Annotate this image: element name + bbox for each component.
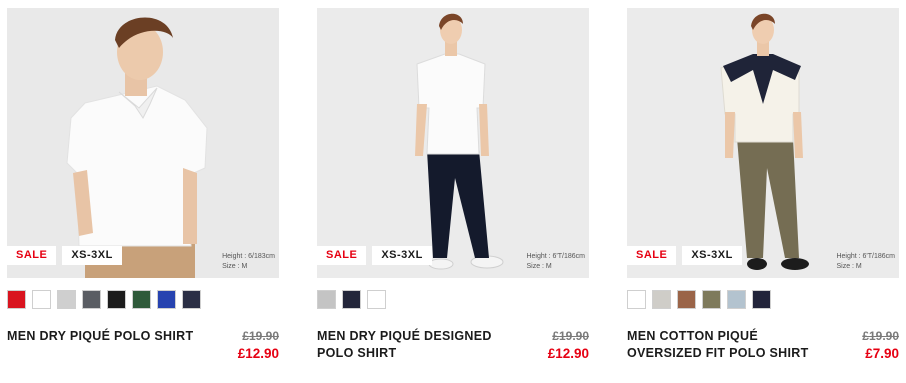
- model-photo: [720, 13, 809, 270]
- model-height: Height : 6'T/186cm: [526, 253, 585, 260]
- color-swatch[interactable]: [677, 290, 696, 309]
- size-range-badge: XS-3XL: [682, 246, 742, 265]
- color-swatch[interactable]: [652, 290, 671, 309]
- original-price: £19.90: [552, 329, 589, 343]
- product-card[interactable]: SALE XS-3XL Height : 6'T/186cm Size : M …: [317, 8, 589, 368]
- color-swatch[interactable]: [317, 290, 336, 309]
- size-range-badge: XS-3XL: [62, 246, 122, 265]
- color-swatches: [7, 290, 201, 309]
- model-size: Size : M: [526, 263, 552, 270]
- model-size: Size : M: [836, 263, 862, 270]
- model-height: Height : 6'T/186cm: [836, 253, 895, 260]
- product-card[interactable]: SALE XS-3XL Height : 6/183cm Size : M ME…: [7, 8, 279, 368]
- model-photo: [415, 13, 504, 270]
- product-title[interactable]: MEN DRY PIQUÉ DESIGNED POLO SHIRT: [317, 328, 507, 362]
- color-swatch[interactable]: [157, 290, 176, 309]
- product-image[interactable]: SALE XS-3XL Height : 6'T/186cm Size : M: [317, 8, 589, 278]
- model-info: Height : 6'T/186cm Size : M: [526, 252, 585, 272]
- color-swatches: [317, 290, 386, 309]
- product-image[interactable]: SALE XS-3XL Height : 6/183cm Size : M: [7, 8, 279, 278]
- color-swatch[interactable]: [7, 290, 26, 309]
- original-price: £19.90: [862, 329, 899, 343]
- sale-badge: SALE: [7, 246, 57, 265]
- color-swatch[interactable]: [107, 290, 126, 309]
- product-card[interactable]: SALE XS-3XL Height : 6'T/186cm Size : M …: [627, 8, 899, 368]
- model-info: Height : 6/183cm Size : M: [222, 252, 275, 272]
- model-photo: [66, 17, 208, 278]
- product-image[interactable]: SALE XS-3XL Height : 6'T/186cm Size : M: [627, 8, 899, 278]
- original-price: £19.90: [242, 329, 279, 343]
- color-swatch[interactable]: [182, 290, 201, 309]
- price-block: £19.90 £12.90: [548, 328, 589, 362]
- price-block: £19.90 £7.90: [862, 328, 899, 362]
- color-swatch[interactable]: [342, 290, 361, 309]
- color-swatch[interactable]: [367, 290, 386, 309]
- color-swatch[interactable]: [132, 290, 151, 309]
- sale-price: £12.90: [237, 346, 279, 361]
- color-swatch[interactable]: [57, 290, 76, 309]
- product-title[interactable]: MEN COTTON PIQUÉ OVERSIZED FIT POLO SHIR…: [627, 328, 817, 362]
- sale-badge: SALE: [317, 246, 367, 265]
- sale-price: £12.90: [547, 346, 589, 361]
- color-swatch[interactable]: [82, 290, 101, 309]
- color-swatch[interactable]: [32, 290, 51, 309]
- sale-badge: SALE: [627, 246, 677, 265]
- model-size: Size : M: [222, 263, 248, 270]
- product-title[interactable]: MEN DRY PIQUÉ POLO SHIRT: [7, 328, 197, 345]
- price-block: £19.90 £12.90: [238, 328, 279, 362]
- color-swatches: [627, 290, 771, 309]
- sale-price: £7.90: [865, 346, 899, 361]
- color-swatch[interactable]: [727, 290, 746, 309]
- color-swatch[interactable]: [627, 290, 646, 309]
- color-swatch[interactable]: [702, 290, 721, 309]
- model-height: Height : 6/183cm: [222, 253, 275, 260]
- color-swatch[interactable]: [752, 290, 771, 309]
- size-range-badge: XS-3XL: [372, 246, 432, 265]
- model-info: Height : 6'T/186cm Size : M: [836, 252, 895, 272]
